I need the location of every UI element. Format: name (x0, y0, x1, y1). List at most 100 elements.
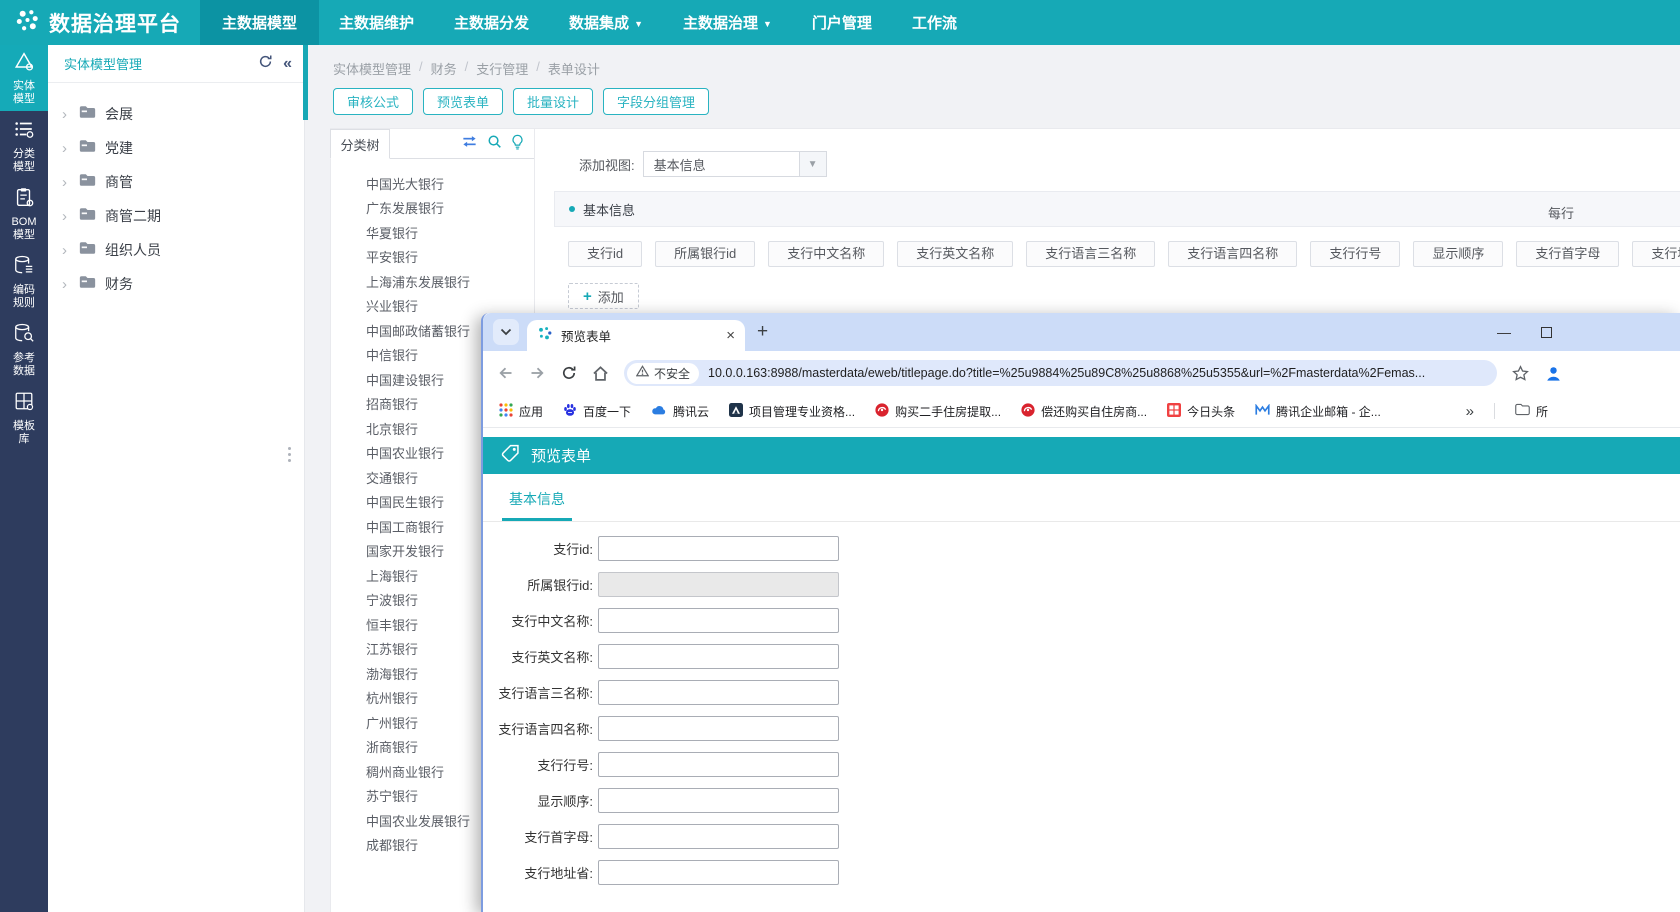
entity-folder-list: ›会展›党建›商管›商管二期›组织人员›财务 (48, 83, 304, 301)
category-tree-tab[interactable]: 分类树 (330, 129, 390, 159)
审核公式-button[interactable]: 审核公式 (333, 88, 413, 115)
bank-item[interactable]: 广东发展银行 (366, 196, 534, 221)
tree-folder-row[interactable]: ›党建 (48, 131, 304, 165)
tree-folder-row[interactable]: ›组织人员 (48, 233, 304, 267)
form-field-input[interactable] (598, 752, 839, 777)
nav-item-门户管理[interactable]: 门户管理 (796, 0, 888, 45)
bank-item[interactable]: 华夏银行 (366, 220, 534, 245)
chevron-right-icon[interactable]: › (62, 140, 70, 157)
window-maximize-icon[interactable] (1541, 327, 1552, 338)
field-chip[interactable]: 支行id (568, 241, 642, 267)
refresh-icon[interactable] (258, 54, 273, 74)
rail-item-分类模型[interactable]: 分类模型 (0, 113, 48, 179)
form-field-input[interactable] (598, 824, 839, 849)
reload-icon[interactable] (561, 365, 577, 381)
collapse-panel-icon[interactable]: « (283, 55, 292, 73)
back-icon[interactable] (497, 365, 514, 381)
tree-folder-row[interactable]: ›商管 (48, 165, 304, 199)
nav-item-主数据模型[interactable]: 主数据模型 (200, 0, 319, 45)
view-select[interactable]: 基本信息 (643, 151, 800, 177)
home-icon[interactable] (592, 365, 609, 382)
nav-item-主数据治理[interactable]: 主数据治理▼ (667, 0, 788, 45)
field-chip[interactable]: 支行语言四名称 (1168, 241, 1297, 267)
form-field-input[interactable] (598, 716, 839, 741)
bank-item[interactable]: 中国光大银行 (366, 171, 534, 196)
bookmark-item[interactable]: 腾讯企业邮箱 - 企... (1255, 403, 1381, 420)
field-chip[interactable]: 支行英文名称 (897, 241, 1013, 267)
bank-item[interactable]: 平安银行 (366, 245, 534, 270)
chevron-right-icon[interactable]: › (62, 276, 70, 293)
bookmark-item[interactable]: 腾讯云 (651, 403, 709, 420)
add-field-button[interactable]: + 添加 (568, 283, 639, 309)
bookmark-item[interactable]: 项目管理专业资格... (729, 403, 855, 420)
tree-folder-row[interactable]: ›会展 (48, 97, 304, 131)
bookmark-item[interactable]: 百度一下 (563, 403, 631, 420)
rail-item-实体模型[interactable]: 实体模型 (0, 45, 48, 111)
bank-item[interactable]: 上海浦东发展银行 (366, 269, 534, 294)
nav-item-数据集成[interactable]: 数据集成▼ (553, 0, 659, 45)
form-field-label: 所属银行id: (483, 575, 593, 594)
forward-icon[interactable] (529, 365, 546, 381)
per-row-label: 每行 (1548, 203, 1574, 222)
field-chip[interactable]: 所属银行id (655, 241, 755, 267)
chevron-down-icon (502, 330, 511, 335)
tree-folder-row[interactable]: ›商管二期 (48, 199, 304, 233)
bookmark-item[interactable]: 应用 (499, 403, 543, 420)
bookmark-item[interactable]: 购买二手住房提取... (875, 403, 1001, 420)
chevron-right-icon[interactable]: › (62, 174, 70, 191)
form-field-row: 支行id: (483, 536, 1680, 561)
field-chip[interactable]: 支行行号 (1310, 241, 1400, 267)
browser-tab[interactable]: 预览表单 × (527, 320, 745, 351)
security-chip[interactable]: 不安全 (627, 363, 699, 384)
bookmark-star-icon[interactable] (1512, 365, 1529, 382)
chevron-right-icon[interactable]: › (62, 106, 70, 123)
search-icon[interactable] (487, 134, 502, 154)
form-field-input[interactable] (598, 608, 839, 633)
bookmark-item[interactable]: 今日头条 (1167, 403, 1235, 420)
browser-tab-strip: 预览表单 × + — (483, 313, 1680, 351)
nav-item-工作流[interactable]: 工作流 (896, 0, 973, 45)
entity-tree-panel: 实体模型管理 « ›会展›党建›商管›商管二期›组织人员›财务 (48, 45, 305, 912)
new-tab-icon[interactable]: + (757, 321, 768, 343)
form-field-input[interactable] (598, 536, 839, 561)
all-bookmarks-button[interactable]: 所 (1515, 403, 1548, 420)
form-field-input[interactable] (598, 788, 839, 813)
swap-icon[interactable] (461, 135, 478, 153)
security-label: 不安全 (654, 365, 690, 382)
form-field-input[interactable] (598, 680, 839, 705)
tree-folder-row[interactable]: ›财务 (48, 267, 304, 301)
folder-icon (79, 105, 96, 124)
window-minimize-icon[interactable]: — (1497, 324, 1511, 340)
rail-item-BOM模型[interactable]: BOM模型 (0, 181, 48, 247)
tab-close-icon[interactable]: × (726, 327, 735, 344)
tab-basic-info[interactable]: 基本信息 (502, 489, 572, 521)
批量设计-button[interactable]: 批量设计 (513, 88, 593, 115)
all-bookmarks-label: 所 (1536, 403, 1548, 420)
nav-item-主数据分发[interactable]: 主数据分发 (438, 0, 545, 45)
bookmarks-overflow-icon[interactable]: » (1466, 403, 1474, 420)
field-chip[interactable]: 支行地址省 (1632, 241, 1680, 267)
预览表单-button[interactable]: 预览表单 (423, 88, 503, 115)
nav-item-主数据维护[interactable]: 主数据维护 (323, 0, 430, 45)
rail-item-参考数据[interactable]: 参考数据 (0, 317, 48, 383)
lightbulb-icon[interactable] (511, 134, 524, 155)
rail-item-编码规则[interactable]: 编码规则 (0, 249, 48, 315)
rail-item-模板库[interactable]: 模板库 (0, 385, 48, 451)
字段分组管理-button[interactable]: 字段分组管理 (603, 88, 709, 115)
field-chip[interactable]: 支行中文名称 (768, 241, 884, 267)
chevron-right-icon[interactable]: › (62, 242, 70, 259)
field-chip[interactable]: 显示顺序 (1413, 241, 1503, 267)
profile-avatar-icon[interactable] (1544, 364, 1563, 383)
bookmark-item[interactable]: 偿还购买自住房商... (1021, 403, 1147, 420)
top-nav: 主数据模型主数据维护主数据分发数据集成▼主数据治理▼门户管理工作流 (200, 0, 977, 45)
field-chip[interactable]: 支行语言三名称 (1026, 241, 1155, 267)
chevron-right-icon[interactable]: › (62, 208, 70, 225)
panel-drag-handle[interactable] (288, 447, 294, 462)
address-bar[interactable]: 不安全 10.0.0.163:8988/masterdata/eweb/titl… (624, 360, 1497, 386)
form-field-input[interactable] (598, 644, 839, 669)
view-select-arrow[interactable]: ▼ (800, 151, 827, 177)
field-chip[interactable]: 支行首字母 (1516, 241, 1619, 267)
app-logo-icon (14, 7, 41, 39)
tab-search-button[interactable] (493, 319, 519, 345)
form-field-input[interactable] (598, 860, 839, 885)
